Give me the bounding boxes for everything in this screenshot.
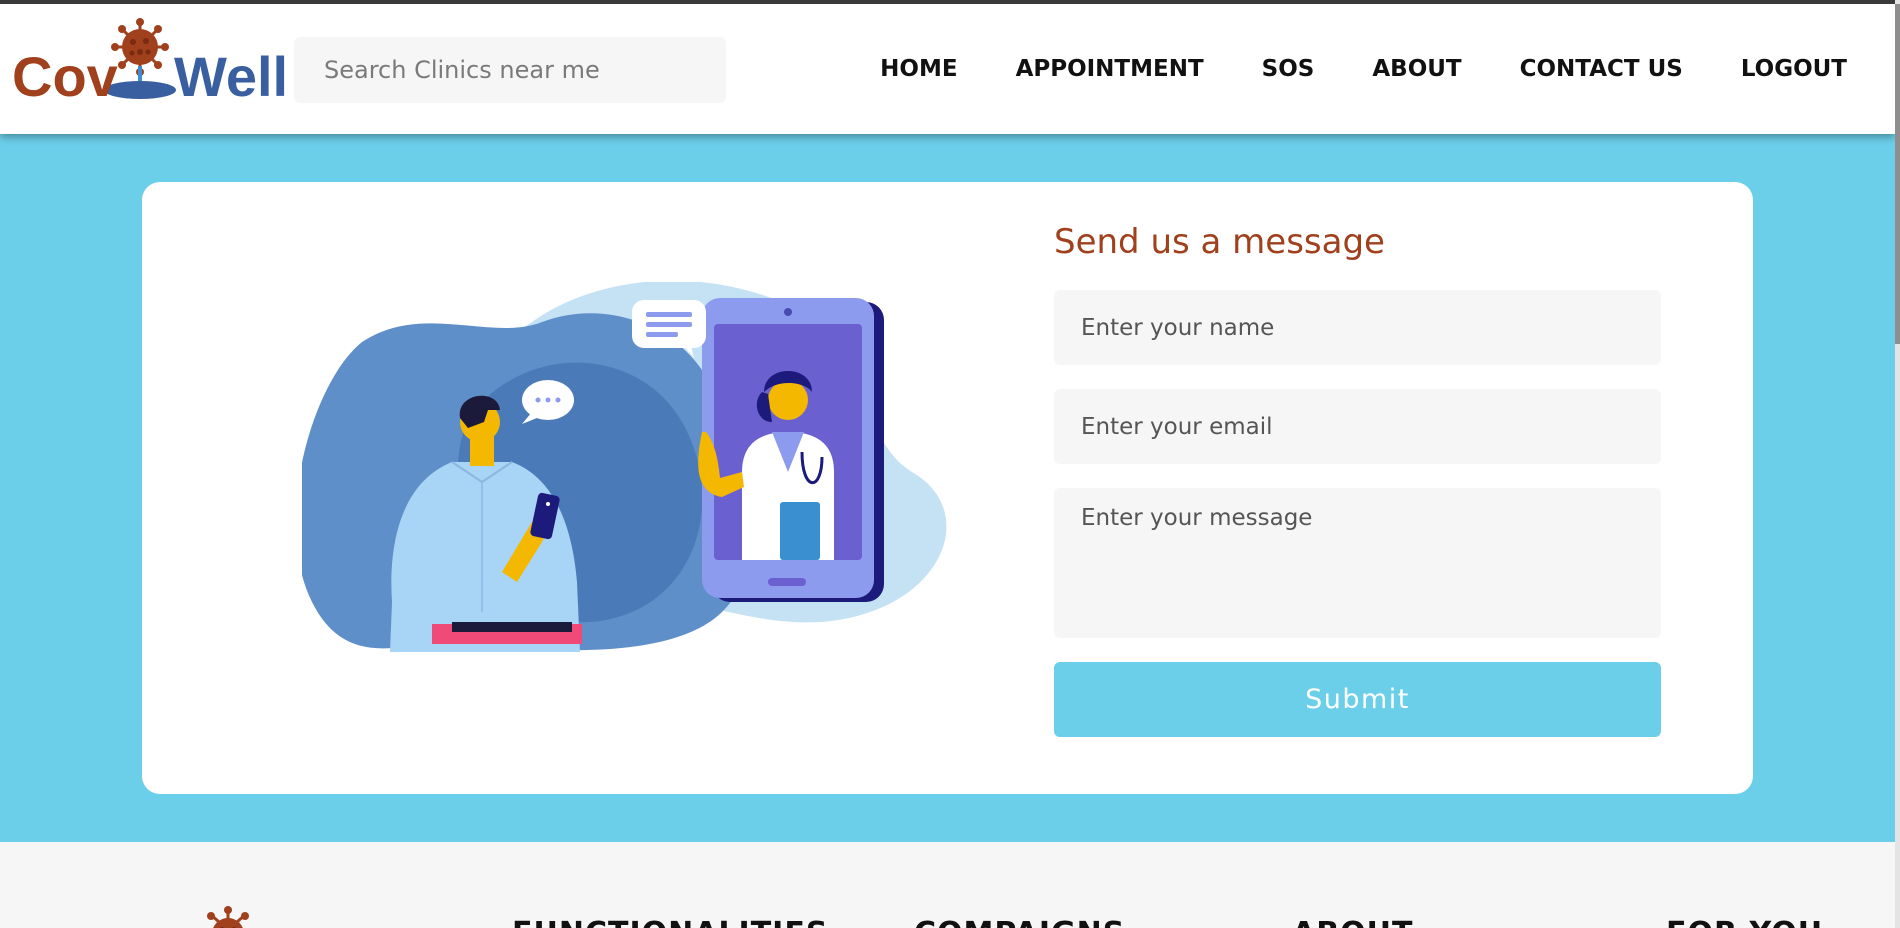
search-input[interactable] [294,37,726,103]
browser-top-strip [0,0,1895,4]
footer-heading-about: ABOUT [1292,916,1413,928]
doctor-video-consultation-illustration [302,282,947,652]
svg-text:Well: Well [174,45,287,104]
virus-icon [207,906,249,928]
site-header: Cov Well HOME APPOINTMENT SOS ABOUT CONT… [0,4,1895,134]
nav-appointment[interactable]: APPOINTMENT [1016,56,1204,82]
nav-about[interactable]: ABOUT [1372,56,1461,82]
site-footer: FUNCTIONALITIES COMPAIGNS ABOUT FOR YOU [0,842,1895,928]
scrollbar-thumb[interactable] [1895,4,1900,344]
contact-form: Send us a message Submit [1054,222,1661,737]
footer-heading-functionalities: FUNCTIONALITIES [512,916,828,928]
message-field[interactable] [1054,488,1661,638]
vertical-scrollbar[interactable] [1895,0,1900,928]
nav-contact-us[interactable]: CONTACT US [1520,56,1683,82]
nav-sos[interactable]: SOS [1262,56,1315,82]
footer-heading-for-you: FOR YOU [1666,916,1823,928]
contact-card: Send us a message Submit [142,182,1753,794]
form-title: Send us a message [1054,222,1385,262]
page: Cov Well HOME APPOINTMENT SOS ABOUT CONT… [0,0,1895,928]
submit-button[interactable]: Submit [1054,662,1661,737]
name-field[interactable] [1054,290,1661,365]
nav-logout[interactable]: LOGOUT [1741,56,1847,82]
email-field[interactable] [1054,389,1661,464]
svg-text:Cov: Cov [12,45,118,104]
nav-home[interactable]: HOME [880,56,957,82]
footer-heading-campaigns: COMPAIGNS [914,916,1125,928]
virus-icon [111,18,169,84]
main-nav: HOME APPOINTMENT SOS ABOUT CONTACT US LO… [822,56,1847,82]
covwell-logo[interactable]: Cov Well [12,14,287,104]
